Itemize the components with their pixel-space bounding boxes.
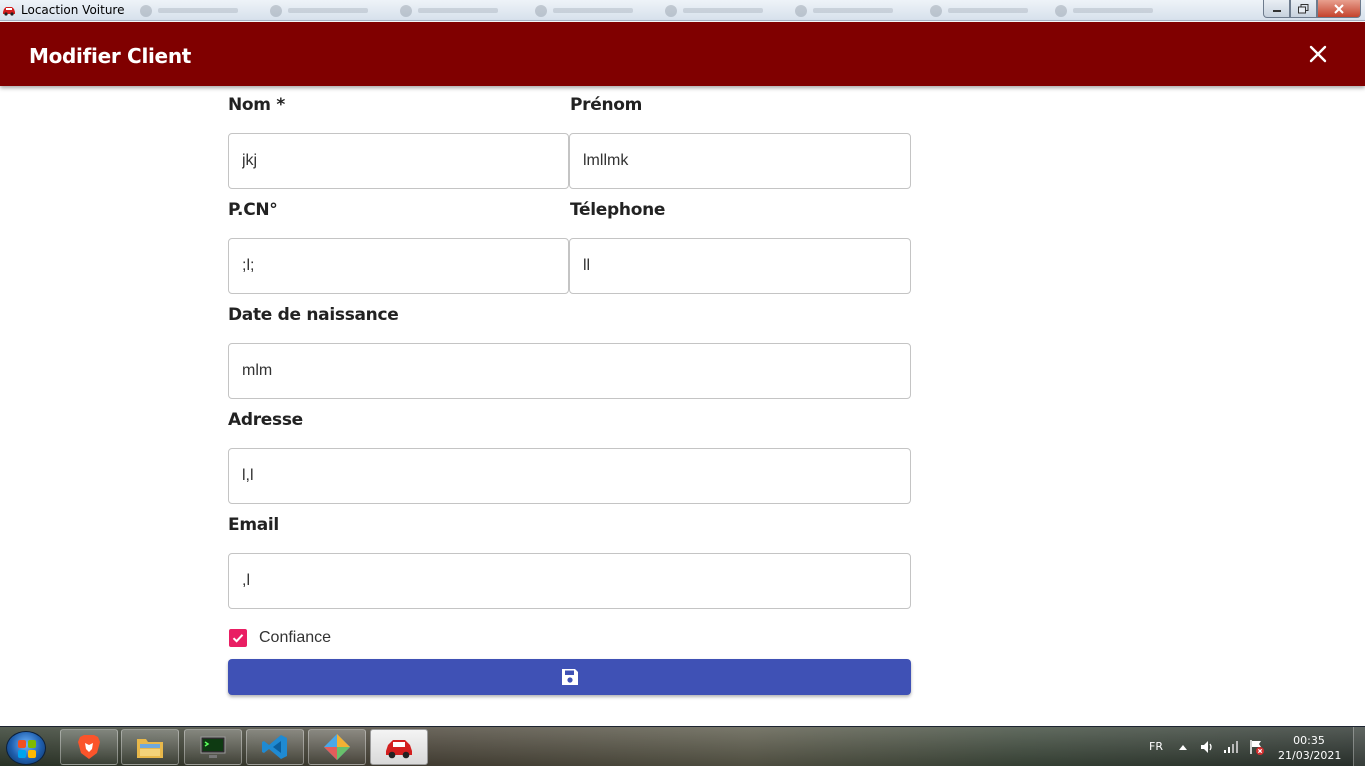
prenom-input[interactable]: [569, 133, 911, 189]
network-icon[interactable]: [1223, 739, 1239, 755]
restore-icon: [1298, 3, 1309, 13]
confiance-checkbox[interactable]: [229, 629, 247, 647]
background-window-shadow: [140, 3, 1180, 18]
red-car-icon: [3, 7, 15, 16]
date-naissance-input[interactable]: [228, 343, 911, 399]
taskbar-file-explorer[interactable]: [121, 729, 179, 765]
taskbar: FR 00:35 21/03/2021: [0, 726, 1365, 766]
telephone-label: Télephone: [570, 200, 666, 220]
page-title: Modifier Client: [29, 44, 192, 68]
nom-label: Nom *: [228, 95, 285, 115]
monitor-terminal-icon: [200, 736, 226, 758]
taskbar-visual-studio-code[interactable]: [246, 729, 304, 765]
confiance-label: Confiance: [259, 629, 332, 646]
language-indicator[interactable]: FR: [1149, 740, 1163, 766]
start-button[interactable]: [6, 731, 46, 765]
clock-time: 00:35: [1293, 734, 1325, 747]
app-header: Modifier Client: [0, 22, 1365, 86]
action-center-flag-icon[interactable]: [1248, 738, 1266, 756]
pcn-input[interactable]: [228, 238, 569, 294]
email-input[interactable]: [228, 553, 911, 609]
clock-date: 21/03/2021: [1278, 749, 1342, 762]
volume-icon[interactable]: [1199, 739, 1215, 755]
minimize-icon: [1272, 9, 1281, 12]
minimize-button[interactable]: [1263, 0, 1290, 18]
taskbar-brave-browser[interactable]: [60, 729, 118, 765]
save-button[interactable]: [228, 659, 911, 695]
show-desktop-button[interactable]: [1353, 727, 1365, 766]
date-naissance-label: Date de naissance: [228, 305, 399, 325]
adresse-label: Adresse: [228, 410, 303, 430]
window-close-button[interactable]: [1317, 0, 1361, 18]
taskbar-terminal[interactable]: [184, 729, 242, 765]
pcn-label: P.CN°: [228, 200, 278, 220]
nom-input[interactable]: [228, 133, 569, 189]
vscode-icon: [262, 735, 287, 759]
red-car-icon: [386, 740, 412, 759]
confiance-row: Confiance: [229, 628, 331, 648]
window-title-bar: Locaction Voiture: [0, 0, 1365, 21]
diamond-app-icon: [324, 734, 350, 760]
restore-button[interactable]: [1290, 0, 1317, 18]
taskbar-app-launcher[interactable]: [308, 729, 366, 765]
taskbar-locaction-voiture[interactable]: [370, 729, 428, 765]
system-clock[interactable]: 00:35 21/03/2021: [1278, 733, 1342, 763]
folder-icon: [137, 739, 163, 758]
telephone-input[interactable]: [569, 238, 911, 294]
adresse-input[interactable]: [228, 448, 911, 504]
close-x-icon[interactable]: [1305, 41, 1331, 67]
windows-logo-icon: [18, 740, 36, 758]
checkmark-icon: [232, 634, 244, 643]
close-icon: [1334, 3, 1344, 14]
window-controls: [1263, 0, 1361, 18]
show-hidden-icons-icon[interactable]: [1178, 743, 1188, 751]
prenom-label: Prénom: [570, 95, 643, 115]
email-label: Email: [228, 515, 279, 535]
window-title: Locaction Voiture: [21, 3, 125, 17]
floppy-disk-icon: [561, 669, 578, 685]
brave-lion-icon: [78, 735, 100, 759]
